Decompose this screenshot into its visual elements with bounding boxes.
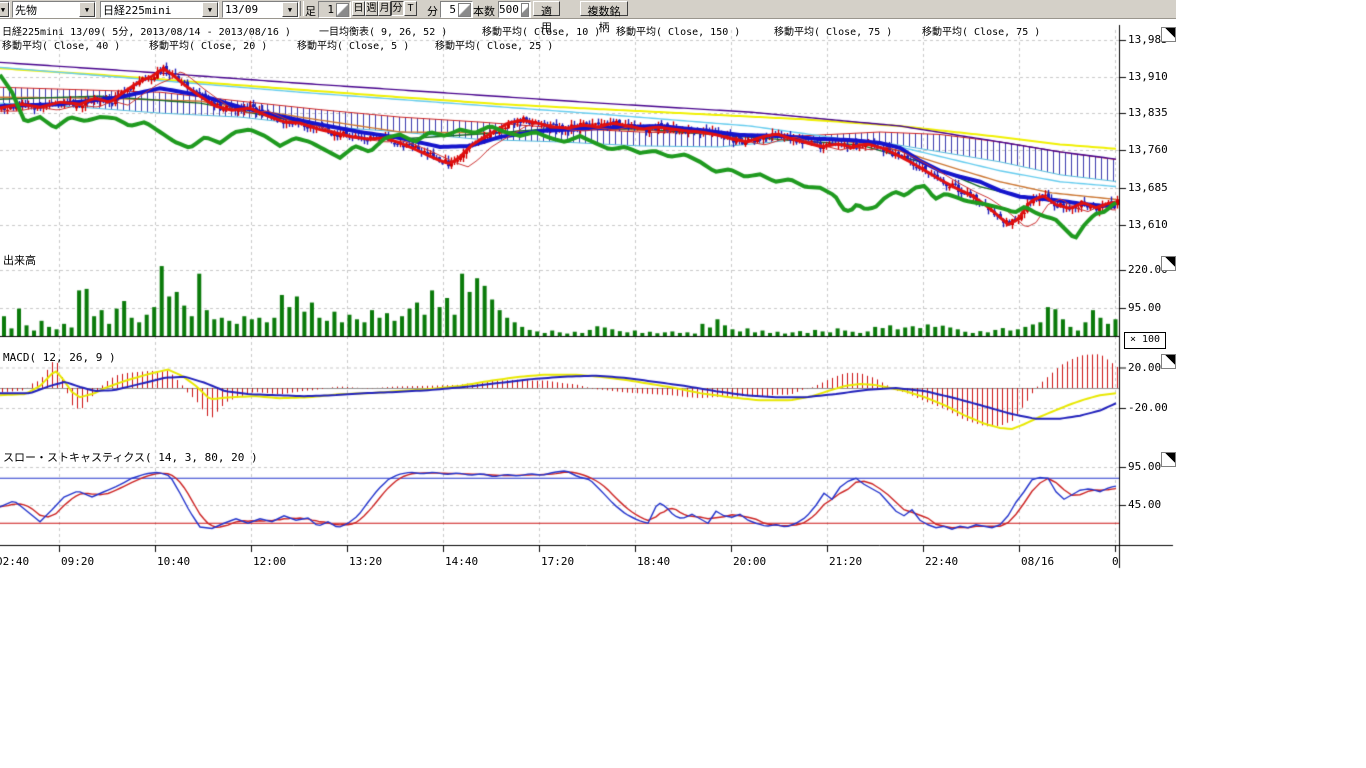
pane-collapse-icon[interactable] [1161,256,1176,271]
bar-type-label: 足 [305,3,316,19]
spinner-icon[interactable] [458,3,471,17]
indicator-legend-label: 移動平均( Close, 150 ) [616,23,740,38]
period-month-button[interactable]: 月 [378,1,391,16]
indicator-axis-label: 45.00 [1128,498,1161,511]
chevron-down-icon[interactable]: ▼ [282,2,298,17]
period-day-button[interactable]: 日 [352,1,365,16]
pane-collapse-icon[interactable] [1161,354,1176,369]
time-axis-label: 08/16 [1021,555,1054,568]
indicator-legend-label: 一目均衡表( 9, 26, 52 ) [319,23,447,38]
trading-chart-app: ▼ 先物 ▼ 日経225mini ▼ 13/09 ▼ 足 1 日 週 月 分 T… [0,0,1366,768]
instrument-type-select[interactable]: 先物 ▼ [12,1,96,18]
indicator-legend-label: 移動平均( Close, 5 ) [297,37,409,52]
symbol-select[interactable]: 日経225mini ▼ [100,1,219,18]
toolbar: ▼ 先物 ▼ 日経225mini ▼ 13/09 ▼ 足 1 日 週 月 分 T… [0,0,1176,19]
chevron-down-icon[interactable]: ▼ [79,2,95,17]
bar-count-label: 本数 [473,3,495,19]
contract-month-select[interactable]: 13/09 ▼ [222,1,299,18]
indicator-legend-label: 移動平均( Close, 25 ) [435,37,553,52]
bar-count-stepper[interactable]: 500 [498,1,531,18]
indicator-legend-label: 移動平均( Close, 10 ) [482,23,600,38]
spinner-icon[interactable] [336,3,349,17]
indicator-legend-label: 日経225mini 13/09( 5分, 2013/08/14 - 2013/0… [2,23,291,38]
period-tick-button[interactable]: T [404,1,417,16]
price-axis-label: 13,685 [1128,181,1168,194]
multi-symbol-button[interactable]: 複数銘柄 [580,1,628,16]
clipped-combo[interactable]: ▼ [0,1,10,18]
time-axis-label: 10:40 [157,555,190,568]
indicator-legend-label: 移動平均( Close, 75 ) [922,23,1040,38]
time-axis-label: 22:40 [925,555,958,568]
time-axis-label: 18:40 [637,555,670,568]
time-axis-label: 14:40 [445,555,478,568]
spinner-icon[interactable] [521,3,529,17]
minute-label: 分 [427,3,438,19]
price-axis-label: 13,835 [1128,106,1168,119]
indicator-legend-label: 移動平均( Close, 75 ) [774,23,892,38]
time-axis-label: 09:20 [61,555,94,568]
price-axis-label: 13,910 [1128,70,1168,83]
time-axis-label: 20:00 [733,555,766,568]
time-axis-label: 02:40 [0,555,29,568]
indicator-axis-label: -20.00 [1128,401,1168,414]
price-axis-label: 13,610 [1128,218,1168,231]
toolbar-separator [300,1,304,16]
pane-collapse-icon[interactable] [1161,27,1176,42]
apply-button[interactable]: 適用 [533,1,560,16]
indicator-axis-label: 95.00 [1128,460,1161,473]
time-axis-label: 21:20 [829,555,862,568]
volume-pane-label: 出来高 [3,252,36,268]
price-axis-label: 13,760 [1128,143,1168,156]
indicator-axis-label: 95.00 [1128,301,1161,314]
volume-multiplier-badge: × 100 [1124,332,1166,349]
stochastics-pane-label: スロー・ストキャスティクス( 14, 3, 80, 20 ) [3,449,258,465]
period-week-button[interactable]: 週 [365,1,378,16]
time-axis-label: 13:20 [349,555,382,568]
indicator-legend-label: 移動平均( Close, 20 ) [149,37,267,52]
time-axis-label: 12:00 [253,555,286,568]
chevron-down-icon[interactable]: ▼ [0,2,9,17]
macd-pane-label: MACD( 12, 26, 9 ) [3,351,116,364]
bar-interval-stepper[interactable]: 1 [318,1,351,18]
chevron-down-icon[interactable]: ▼ [202,2,218,17]
time-axis-label: 0 [1112,555,1119,568]
period-minute-button[interactable]: 分 [391,1,404,16]
time-axis-label: 17:20 [541,555,574,568]
minute-value-stepper[interactable]: 5 [440,1,473,18]
pane-collapse-icon[interactable] [1161,452,1176,467]
indicator-legend-label: 移動平均( Close, 40 ) [2,37,120,52]
indicator-axis-label: 20.00 [1128,361,1161,374]
